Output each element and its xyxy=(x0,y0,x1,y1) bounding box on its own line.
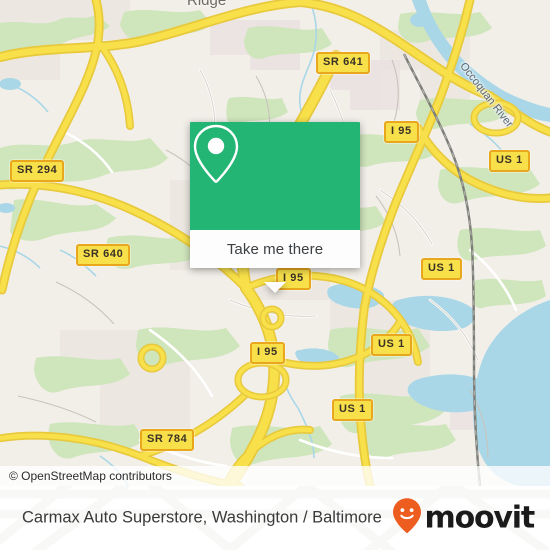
location-title: Carmax Auto Superstore, Washington / Bal… xyxy=(22,508,382,527)
road-shield-i-95-a[interactable]: I 95 xyxy=(384,121,419,143)
road-shield-sr-784[interactable]: SR 784 xyxy=(140,429,195,451)
road-shield-us-1-d[interactable]: US 1 xyxy=(332,399,373,421)
road-shield-us-1-b[interactable]: US 1 xyxy=(421,258,462,280)
road-shield-sr-641[interactable]: SR 641 xyxy=(316,52,371,74)
popup-image-area xyxy=(190,122,360,230)
moovit-wordmark: moovit xyxy=(424,500,536,535)
moovit-brand[interactable]: moovit xyxy=(392,498,536,539)
take-me-there-button[interactable]: Take me there xyxy=(190,230,360,268)
road-shield-sr-640[interactable]: SR 640 xyxy=(76,244,131,266)
road-shield-sr-294[interactable]: SR 294 xyxy=(10,160,65,182)
place-label-ridge: Ridge xyxy=(187,0,227,9)
popup-pointer-tail xyxy=(264,282,286,293)
map-canvas[interactable]: Ridge Occoquan River SR 641 I 95 SR 294 … xyxy=(0,0,550,486)
osm-attribution-bar: © OpenStreetMap contributors xyxy=(0,466,550,486)
road-shield-us-1-c[interactable]: US 1 xyxy=(371,334,412,356)
moovit-map-share-card: Ridge Occoquan River SR 641 I 95 SR 294 … xyxy=(0,0,550,550)
road-shield-us-1-a[interactable]: US 1 xyxy=(489,150,530,172)
take-me-there-label: Take me there xyxy=(226,240,324,258)
road-shield-i-95-c[interactable]: I 95 xyxy=(250,342,285,364)
osm-attribution-text[interactable]: © OpenStreetMap contributors xyxy=(9,469,172,483)
moovit-smiley-pin-icon xyxy=(392,498,422,539)
footer-bar: Carmax Auto Superstore, Washington / Bal… xyxy=(0,486,550,550)
location-popup-card[interactable]: Take me there xyxy=(190,122,360,293)
